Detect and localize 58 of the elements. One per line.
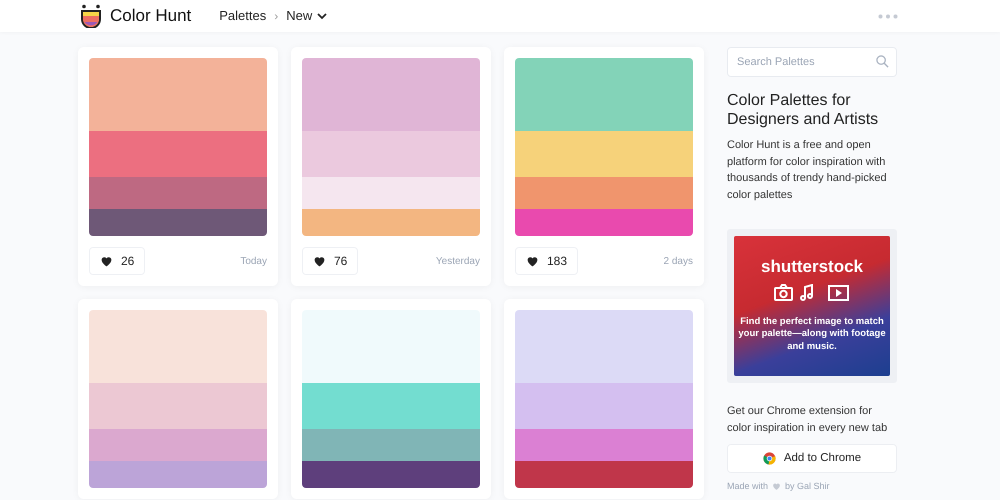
palette-swatch[interactable]	[515, 58, 693, 236]
color-stripe[interactable]	[515, 429, 693, 462]
color-stripe[interactable]	[515, 130, 693, 178]
color-stripe[interactable]	[302, 177, 480, 210]
color-stripe[interactable]	[89, 130, 267, 178]
palette-date: Yesterday	[436, 254, 480, 268]
logo-icon	[80, 4, 102, 28]
color-stripe[interactable]	[302, 382, 480, 430]
chrome-icon	[762, 452, 776, 465]
color-stripe[interactable]	[89, 429, 267, 462]
color-stripe[interactable]	[515, 461, 693, 488]
color-stripe[interactable]	[515, 177, 693, 210]
color-stripe[interactable]	[89, 310, 267, 383]
heart-icon	[313, 254, 326, 268]
palette-swatch[interactable]	[302, 58, 480, 236]
color-stripe[interactable]	[302, 130, 480, 178]
color-stripe[interactable]	[302, 209, 480, 236]
color-stripe[interactable]	[515, 58, 693, 131]
ad-text: Find the perfect image to match your palette—along with footage and music.	[737, 316, 887, 353]
breadcrumb-separator: ›	[274, 8, 278, 25]
breadcrumb-link[interactable]: Palettes	[219, 6, 266, 26]
ad-brand: shutterstock	[760, 256, 864, 278]
color-stripe[interactable]	[302, 461, 480, 488]
sidebar-description: Color Hunt is a free and open platform for color inspiration with thousands of trendy hand-picked color palettes	[727, 138, 888, 202]
color-stripe[interactable]	[515, 209, 693, 236]
footer-text: Made with	[727, 480, 768, 493]
extension-text: Get our Chrome extension for color inspiration in every new tab	[727, 404, 888, 436]
brand-name[interactable]: Color Hunt	[110, 3, 192, 29]
ad-banner[interactable]: shutterstock Find the perfect image to match your palette—along with footage and music.	[727, 229, 897, 383]
color-stripe[interactable]	[515, 382, 693, 430]
color-stripe[interactable]	[302, 429, 480, 462]
footer-text: by Gal Shir	[785, 480, 830, 493]
sidebar-title: Color Palettes for Designers and Artists	[727, 91, 880, 129]
palette-swatch[interactable]	[89, 310, 267, 488]
color-stripe[interactable]	[89, 177, 267, 210]
heart-icon	[772, 482, 782, 492]
like-button[interactable]: 26	[89, 247, 146, 275]
color-stripe[interactable]	[89, 209, 267, 236]
color-stripe[interactable]	[302, 58, 480, 131]
color-stripe[interactable]	[302, 310, 480, 383]
like-button[interactable]: 183	[515, 247, 578, 275]
color-stripe[interactable]	[89, 58, 267, 131]
heart-icon	[526, 254, 539, 268]
palette-date: Today	[240, 254, 267, 268]
heart-icon	[100, 254, 113, 268]
color-stripe[interactable]	[89, 461, 267, 488]
palette-swatch[interactable]	[89, 58, 267, 236]
color-stripe[interactable]	[515, 310, 693, 383]
palette-date: 2 days	[664, 254, 693, 268]
add-to-chrome-button[interactable]: Add to Chrome	[727, 444, 897, 473]
breadcrumb-link[interactable]: New	[286, 6, 328, 26]
palette-swatch[interactable]	[302, 310, 480, 488]
search-field[interactable]: Search Palettes	[727, 47, 897, 77]
search-icon[interactable]	[876, 55, 889, 68]
color-stripe[interactable]	[89, 382, 267, 430]
like-button[interactable]: 76	[302, 247, 358, 275]
palette-swatch[interactable]	[515, 310, 693, 488]
more-menu-icon[interactable]	[878, 14, 898, 18]
